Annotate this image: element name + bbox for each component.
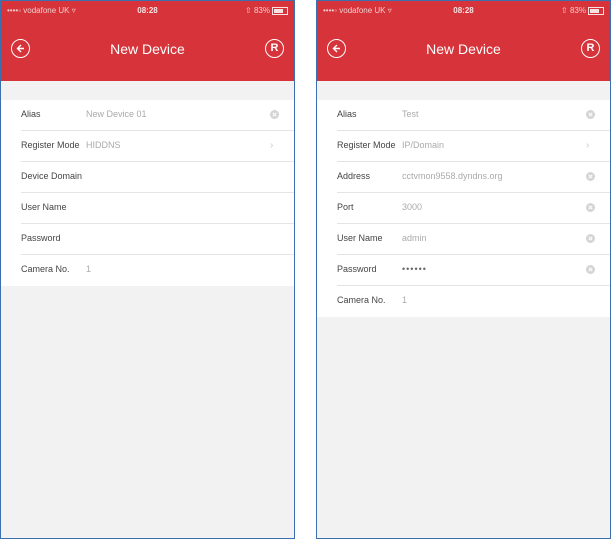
chevron-right-icon[interactable]: › xyxy=(270,141,280,151)
field-register-mode[interactable]: Register Mode HIDDNS › xyxy=(1,131,294,162)
field-label: User Name xyxy=(337,233,383,243)
field-label: Camera No. xyxy=(21,264,70,274)
user-name-input[interactable]: admin xyxy=(402,233,427,243)
clear-icon[interactable] xyxy=(586,203,596,213)
field-device-domain[interactable]: Device Domain xyxy=(1,162,294,193)
device-form: Alias Test Register Mode IP/Domain › Add… xyxy=(317,100,610,317)
field-alias[interactable]: Alias New Device 01 xyxy=(1,100,294,131)
port-input[interactable]: 3000 xyxy=(402,202,422,212)
chevron-right-icon[interactable]: › xyxy=(586,141,596,151)
nav-bar: New Device R xyxy=(317,31,610,67)
page-title: New Device xyxy=(110,41,185,57)
app-header: ••••◦ vodafone UK ▿ 08:28 ⇧ 83% New Devi… xyxy=(317,1,610,81)
device-form: Alias New Device 01 Register Mode HIDDNS… xyxy=(1,100,294,286)
field-label: Port xyxy=(337,202,354,212)
battery-percent: 83% xyxy=(569,6,586,15)
alias-input[interactable]: New Device 01 xyxy=(86,109,147,119)
alias-input[interactable]: Test xyxy=(402,109,419,119)
camera-no-input[interactable]: 1 xyxy=(86,264,91,274)
field-label: Register Mode xyxy=(21,140,80,150)
field-alias[interactable]: Alias Test xyxy=(317,100,610,131)
field-label: Alias xyxy=(21,109,41,119)
field-label: User Name xyxy=(21,202,67,212)
clear-icon[interactable] xyxy=(586,234,596,244)
field-user-name[interactable]: User Name admin xyxy=(317,224,610,255)
field-label: Address xyxy=(337,171,371,181)
field-label: Camera No. xyxy=(337,295,386,305)
field-port[interactable]: Port 3000 xyxy=(317,193,610,224)
field-camera-no[interactable]: Camera No. 1 xyxy=(1,255,294,286)
field-password[interactable]: Password •••••• xyxy=(317,255,610,286)
nav-bar: New Device R xyxy=(1,31,294,67)
app-header: ••••◦ vodafone UK ▿ 08:28 ⇧ 83% New Devi… xyxy=(1,1,294,81)
field-label: Password xyxy=(21,233,61,243)
clear-icon[interactable] xyxy=(270,110,280,120)
password-input[interactable]: •••••• xyxy=(402,264,427,274)
phone-screen-right: ••••◦ vodafone UK ▿ 08:28 ⇧ 83% New Devi… xyxy=(316,0,611,539)
battery-icon xyxy=(588,6,604,15)
register-mode-value[interactable]: HIDDNS xyxy=(86,140,121,150)
field-label: Register Mode xyxy=(337,140,396,150)
register-mode-value[interactable]: IP/Domain xyxy=(402,140,444,150)
status-bar: ••••◦ vodafone UK ▿ 08:28 ⇧ 83% xyxy=(1,1,294,21)
field-address[interactable]: Address cctvmon9558.dyndns.org xyxy=(317,162,610,193)
clear-icon[interactable] xyxy=(586,265,596,275)
page-title: New Device xyxy=(426,41,501,57)
field-label: Password xyxy=(337,264,377,274)
camera-no-input[interactable]: 1 xyxy=(402,295,407,305)
field-user-name[interactable]: User Name xyxy=(1,193,294,224)
field-camera-no[interactable]: Camera No. 1 xyxy=(317,286,610,317)
battery-status: ⇧ 83% xyxy=(561,6,604,15)
field-password[interactable]: Password xyxy=(1,224,294,255)
field-label: Device Domain xyxy=(21,171,83,181)
status-bar: ••••◦ vodafone UK ▿ 08:28 ⇧ 83% xyxy=(317,1,610,21)
battery-percent: 83% xyxy=(253,6,270,15)
clear-icon[interactable] xyxy=(586,172,596,182)
phone-screen-left: ••••◦ vodafone UK ▿ 08:28 ⇧ 83% New Devi… xyxy=(0,0,295,539)
clear-icon[interactable] xyxy=(586,110,596,120)
field-register-mode[interactable]: Register Mode IP/Domain › xyxy=(317,131,610,162)
registered-circle-icon[interactable]: R xyxy=(581,39,600,58)
address-input[interactable]: cctvmon9558.dyndns.org xyxy=(402,171,503,181)
field-label: Alias xyxy=(337,109,357,119)
battery-icon xyxy=(272,6,288,15)
battery-status: ⇧ 83% xyxy=(245,6,288,15)
registered-circle-icon[interactable]: R xyxy=(265,39,284,58)
